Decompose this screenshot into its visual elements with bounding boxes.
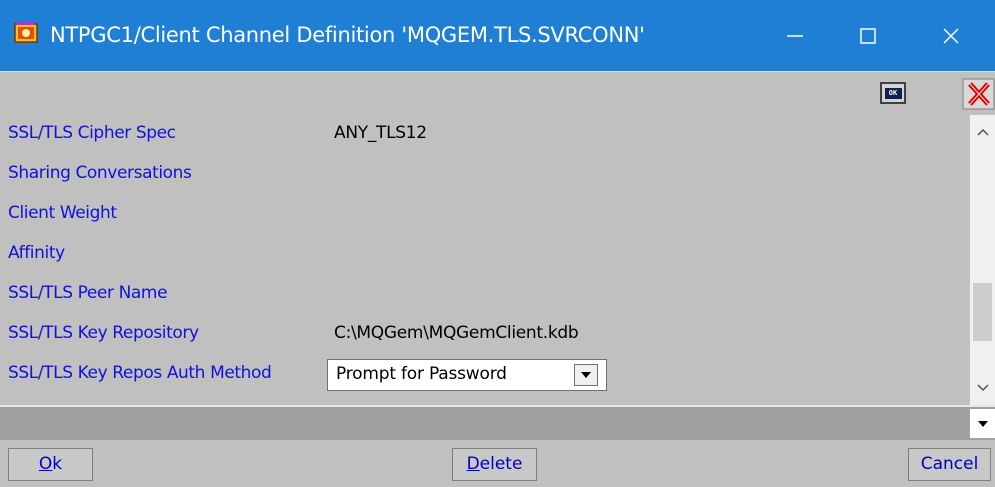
red-x-icon[interactable] <box>962 78 995 110</box>
app-icon <box>14 22 38 43</box>
auth-method-selected-value: Prompt for Password <box>336 364 507 384</box>
chevron-down-icon <box>581 372 591 378</box>
ok-icon: OK <box>884 87 902 99</box>
field-label: SSL/TLS Key Repository <box>8 323 199 343</box>
field-row-key-repository: SSL/TLS Key Repository C:\MQGem\MQGemCli… <box>0 315 970 353</box>
close-button[interactable] <box>921 0 981 71</box>
button-bar: Ok Delete Cancel <box>0 440 995 487</box>
field-row-client-weight: Client Weight <box>0 195 970 233</box>
toolbar: OK <box>0 71 995 116</box>
field-row-affinity: Affinity <box>0 235 970 273</box>
title-bar: NTPGC1/Client Channel Definition 'MQGEM.… <box>0 0 995 71</box>
window-title: NTPGC1/Client Channel Definition 'MQGEM.… <box>50 23 645 47</box>
field-label: Affinity <box>8 243 65 263</box>
field-label: Sharing Conversations <box>8 163 192 183</box>
close-icon <box>943 27 959 44</box>
chevron-up-icon <box>976 128 989 136</box>
auth-method-select[interactable]: Prompt for Password <box>327 359 607 391</box>
field-label: SSL/TLS Peer Name <box>8 283 168 303</box>
field-row-key-repos-auth-method: SSL/TLS Key Repos Auth Method Prompt for… <box>0 355 970 393</box>
scroll-up-button[interactable] <box>970 121 995 143</box>
field-label: Client Weight <box>8 203 117 223</box>
filter-combo-bar[interactable] <box>0 405 995 440</box>
chevron-down-icon <box>976 384 989 392</box>
scroll-down-button[interactable] <box>970 377 995 399</box>
vertical-scrollbar[interactable] <box>970 115 995 405</box>
toolbar-ok-button[interactable]: OK <box>880 82 906 104</box>
field-label: SSL/TLS Cipher Spec <box>8 123 176 143</box>
minimize-button[interactable] <box>765 0 825 71</box>
delete-button[interactable]: Delete <box>452 448 537 481</box>
field-row-cipher-spec: SSL/TLS Cipher Spec ANY_TLS12 <box>0 115 970 153</box>
field-row-sharing-conversations: Sharing Conversations <box>0 155 970 193</box>
combo-dropdown-button[interactable] <box>970 409 995 438</box>
cancel-button[interactable]: Cancel <box>908 448 991 481</box>
ok-button[interactable]: Ok <box>8 448 93 481</box>
maximize-button[interactable] <box>838 0 898 71</box>
field-row-peer-name: SSL/TLS Peer Name <box>0 275 970 313</box>
field-value[interactable]: ANY_TLS12 <box>334 123 427 143</box>
maximize-icon <box>860 27 876 44</box>
scroll-thumb[interactable] <box>973 283 992 341</box>
chevron-down-icon <box>977 420 988 427</box>
field-value[interactable]: C:\MQGem\MQGemClient.kdb <box>334 323 579 343</box>
minimize-icon <box>787 34 803 37</box>
field-list: SSL/TLS Cipher Spec ANY_TLS12 Sharing Co… <box>0 115 970 405</box>
field-label: SSL/TLS Key Repos Auth Method <box>8 363 272 383</box>
dropdown-button[interactable] <box>574 364 598 386</box>
